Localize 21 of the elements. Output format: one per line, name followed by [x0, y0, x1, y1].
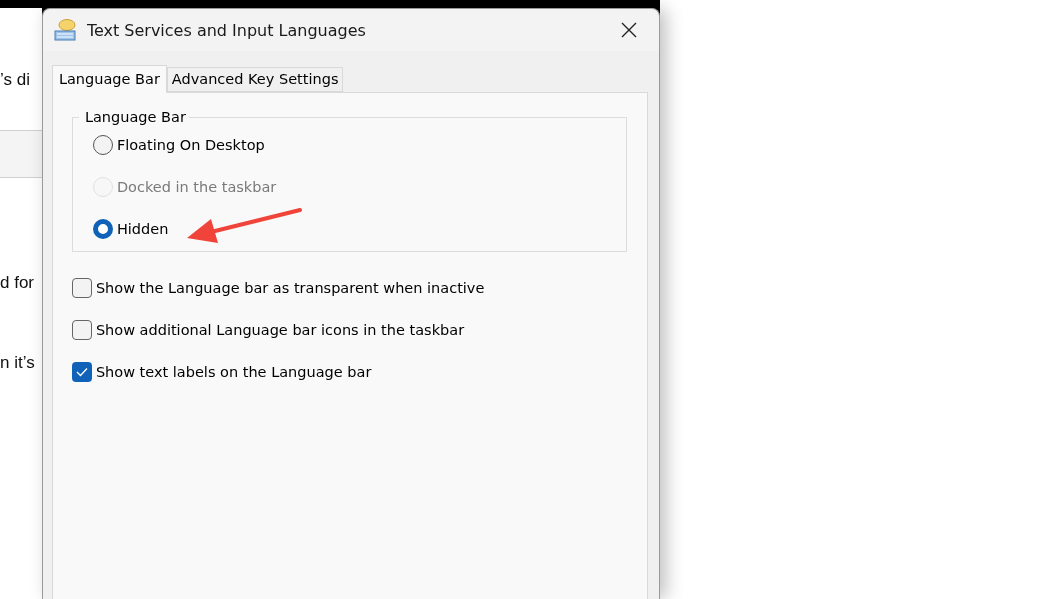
checkbox[interactable]	[71, 320, 92, 340]
checkbox[interactable]	[71, 278, 92, 298]
checkbox-label: Show the Language bar as transparent when inactive	[95, 280, 485, 296]
group-title: Language Bar	[83, 109, 187, 125]
tab[interactable]: Language Bar	[51, 65, 167, 93]
checkmark-icon	[75, 367, 88, 377]
page-text: n it’s	[0, 353, 35, 373]
page-text: ’s di	[0, 70, 30, 90]
window-title: Text Services and Input Languages	[86, 20, 367, 40]
radio-button[interactable]	[92, 219, 113, 239]
radio-button[interactable]	[92, 135, 113, 155]
radio-label: Hidden	[116, 221, 169, 237]
checkbox-label: Show text labels on the Language bar	[95, 364, 372, 380]
tab[interactable]: Advanced Key Settings	[166, 67, 344, 92]
radio-label: Floating On Desktop	[116, 137, 265, 153]
checkbox-label: Show additional Language bar icons in the taskbar	[95, 322, 465, 338]
radio-label: Docked in the taskbar	[116, 179, 277, 195]
keyboard-speech-icon	[52, 18, 77, 42]
page-text: d for	[0, 273, 35, 293]
close-icon	[621, 22, 637, 38]
checkbox[interactable]	[71, 362, 92, 382]
